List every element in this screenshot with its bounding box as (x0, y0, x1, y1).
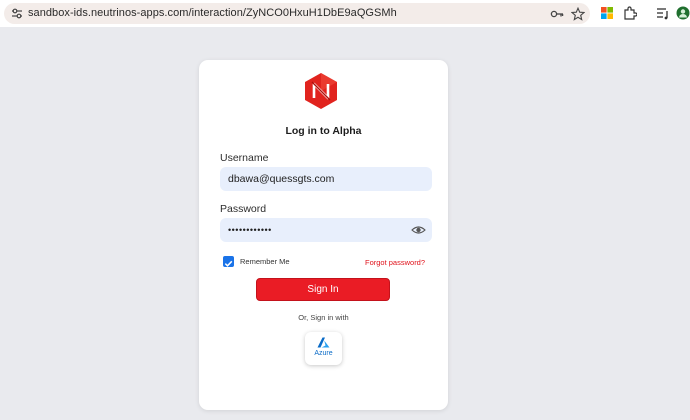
browser-toolbar: sandbox-ids.neutrinos-apps.com/interacti… (0, 0, 690, 27)
eye-icon[interactable] (411, 225, 426, 235)
extensions-icon[interactable] (623, 6, 637, 20)
checkmark-icon (224, 260, 233, 267)
forgot-password-link[interactable]: Forgot password? (365, 258, 425, 267)
azure-label: Azure (314, 350, 333, 357)
username-field[interactable] (220, 167, 432, 191)
key-icon[interactable] (550, 7, 564, 21)
profile-icon[interactable] (676, 6, 690, 20)
password-field[interactable] (220, 218, 432, 242)
url-text[interactable]: sandbox-ids.neutrinos-apps.com/interacti… (28, 7, 397, 19)
azure-signin-button[interactable]: Azure (305, 332, 342, 365)
login-card: Log in to Alpha Username Password Rememb… (199, 60, 448, 410)
address-bar[interactable]: sandbox-ids.neutrinos-apps.com/interacti… (4, 3, 590, 24)
password-label: Password (220, 203, 267, 215)
star-icon[interactable] (571, 7, 585, 21)
microsoft-icon[interactable] (600, 6, 614, 20)
sign-in-button[interactable]: Sign In (256, 278, 390, 301)
username-label: Username (220, 152, 269, 164)
reading-list-icon[interactable] (656, 6, 670, 20)
neutrinos-logo-icon (305, 73, 337, 109)
azure-icon (317, 337, 330, 348)
alt-signin-text: Or, Sign in with (298, 313, 349, 322)
page-title: Log in to Alpha (285, 125, 362, 137)
remember-me-label: Remember Me (240, 257, 290, 266)
tune-icon[interactable] (11, 8, 23, 19)
remember-me-checkbox[interactable] (223, 256, 234, 267)
